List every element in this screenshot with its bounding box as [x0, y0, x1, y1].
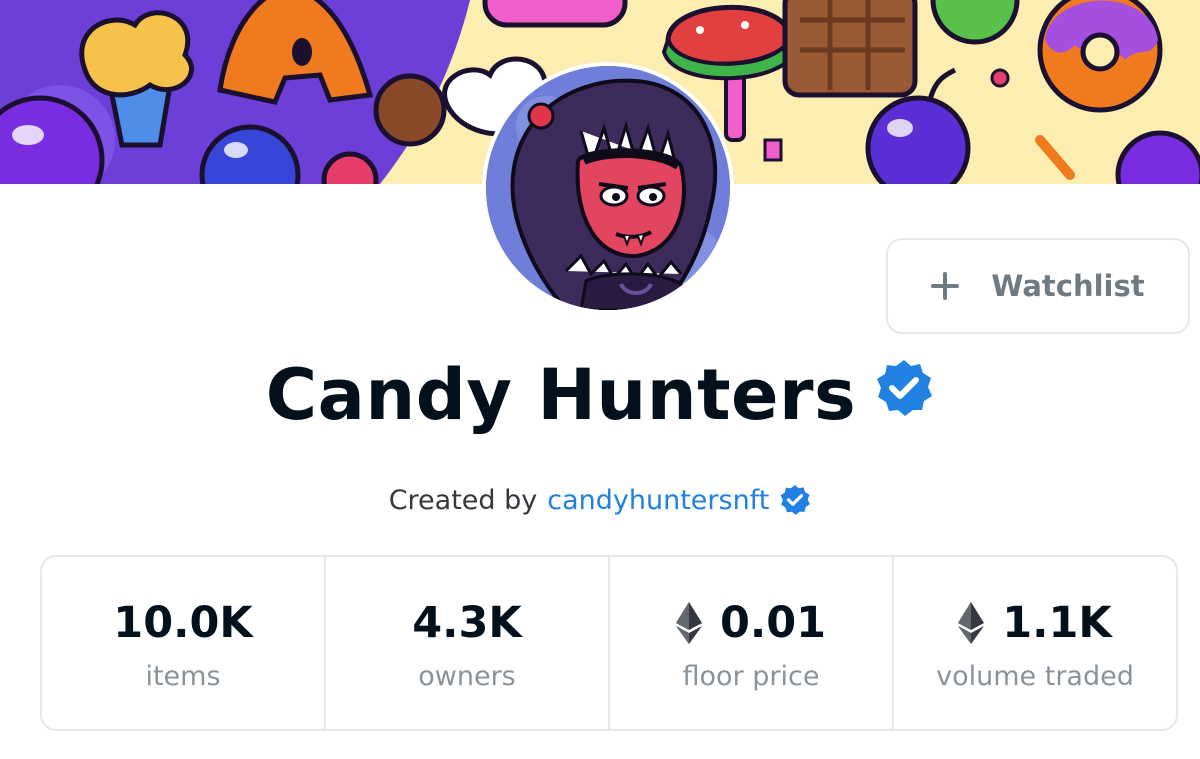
avatar	[486, 66, 730, 310]
floor-price-label: floor price	[682, 660, 820, 692]
owners-label: owners	[418, 660, 516, 692]
stat-owners[interactable]: 4.3K owners	[326, 557, 610, 729]
creator-verified-icon	[780, 485, 811, 515]
watchlist-label: Watchlist	[991, 269, 1145, 303]
owners-value: 4.3K	[412, 597, 522, 648]
watchlist-button[interactable]: Watchlist	[886, 238, 1190, 334]
items-value: 10.0K	[113, 597, 253, 648]
stat-value: 10.0K	[113, 595, 252, 651]
ethereum-icon	[675, 601, 702, 644]
volume-traded-label: volume traded	[936, 660, 1134, 692]
collection-title-row: Candy Hunters	[0, 350, 1200, 440]
stat-floor-price[interactable]: 0.01 floor price	[610, 557, 894, 729]
stat-volume-traded[interactable]: 1.1K volume traded	[894, 557, 1176, 729]
creator-row: Created by candyhuntersnft	[0, 478, 1200, 522]
volume-traded-value: 1.1K	[1002, 597, 1112, 648]
created-by-label: Created by	[388, 484, 538, 516]
creator-link[interactable]: candyhuntersnft	[547, 485, 769, 516]
stat-value: 1.1K	[958, 595, 1112, 651]
collection-title: Candy Hunters	[265, 354, 857, 436]
floor-price-value: 0.01	[719, 597, 827, 648]
items-label: items	[145, 660, 221, 692]
stat-value: 0.01	[675, 595, 827, 651]
ethereum-icon	[958, 601, 985, 644]
plus-icon	[931, 272, 960, 300]
avatar-image	[486, 66, 730, 310]
stat-value: 4.3K	[412, 595, 522, 651]
collection-stats: 10.0K items 4.3K owners 0.01 floor price	[40, 555, 1178, 731]
stat-items[interactable]: 10.0K items	[42, 557, 326, 729]
collection-avatar	[482, 62, 734, 314]
verified-badge-icon	[877, 360, 933, 416]
